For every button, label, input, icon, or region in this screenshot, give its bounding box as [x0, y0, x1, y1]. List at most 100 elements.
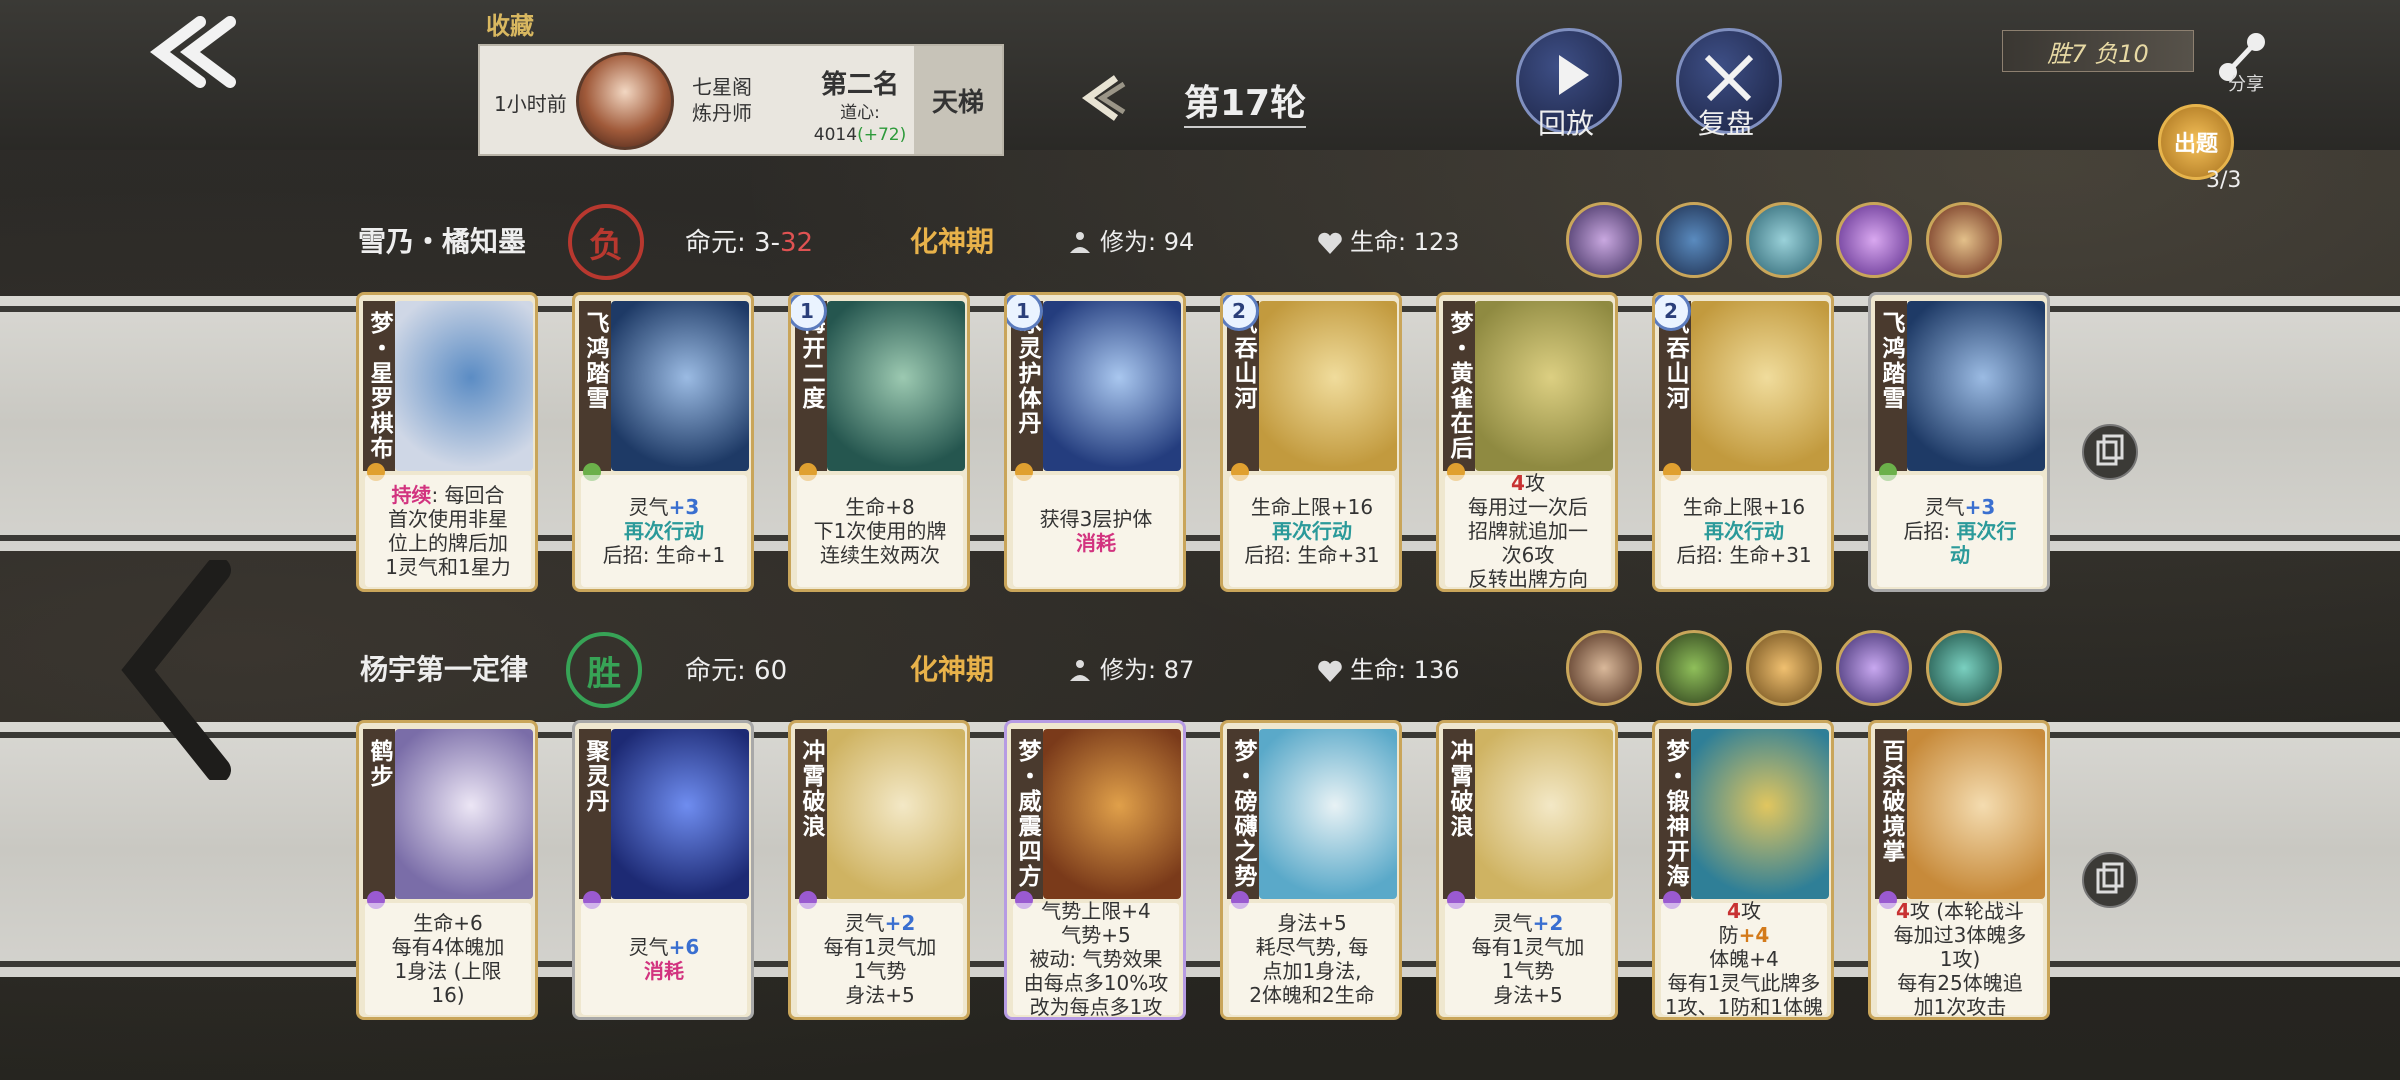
- card-art: [1475, 301, 1613, 471]
- card-level-badge: 2: [1223, 295, 1259, 331]
- card-title: 梦・锻神开海: [1659, 729, 1691, 899]
- card[interactable]: 鹤步 生命+6 每有4体魄加 1身法 (上限 16): [356, 720, 538, 1020]
- card-description: 生命+6 每有4体魄加 1身法 (上限 16): [365, 903, 531, 1015]
- card-art: [1907, 301, 2045, 471]
- player-row-bottom: 杨宇第一定律 胜 命元: 60 化神期 修为: 87 生命: 136: [340, 630, 2040, 708]
- replay-label: 回放: [1537, 107, 1594, 140]
- ladder-tag: 天梯: [914, 46, 1002, 154]
- copy-deck-button[interactable]: [2082, 852, 2138, 908]
- copy-icon: [2096, 862, 2124, 894]
- card-title: 鹤步: [363, 729, 395, 899]
- card[interactable]: 聚灵丹灵气+6 消耗: [572, 720, 754, 1020]
- card-art: [827, 301, 965, 471]
- card-description: 灵气+3 再次行动 后招: 生命+1: [581, 475, 747, 587]
- portrait-icon[interactable]: [1836, 630, 1912, 706]
- card-art: [1691, 729, 1829, 899]
- card-title: 百杀破境掌: [1875, 729, 1907, 899]
- realm-label: 化神期: [910, 225, 995, 258]
- card-description: 4攻 防+4 体魄+4 每有1灵气此牌多 1攻、1防和1体魄: [1661, 899, 1827, 1017]
- card-title: 梦・威震四方: [1011, 729, 1043, 899]
- card[interactable]: 梦・锻神开海 4攻 防+4 体魄+4 每有1灵气此牌多 1攻、1防和1体魄: [1652, 720, 1834, 1020]
- card-title: 冲霄破浪: [795, 729, 827, 899]
- player-row-top: 雪乃・橘知墨 负 命元: 3-32 化神期 修为: 94 生命: 123: [340, 202, 2040, 280]
- result-badge: 胜: [566, 632, 642, 708]
- collect-label[interactable]: 收藏: [486, 6, 534, 41]
- card[interactable]: 百杀破境掌 4攻 (本轮战斗 每加过3体魄多 1攻) 每有25体魄追 加1次攻击: [1868, 720, 2050, 1020]
- card-description: 获得3层护体 消耗: [1013, 475, 1179, 587]
- record-sect: 七星阁 炼丹师: [692, 75, 752, 125]
- card-art: [395, 301, 533, 471]
- card-description: 灵气+6 消耗: [581, 903, 747, 1015]
- card-title: 冲霄破浪: [1443, 729, 1475, 899]
- card-title: 聚灵丹: [579, 729, 611, 899]
- card-description: 气势上限+4 气势+5 被动: 气势效果 由每点多10%攻 改为每点多1攻: [1013, 899, 1179, 1017]
- copy-deck-button[interactable]: [2082, 424, 2138, 480]
- card-title: 飞鸿踏雪: [1875, 301, 1907, 471]
- card-description: 灵气+2 每有1灵气加 1气势 身法+5: [1445, 903, 1611, 1015]
- review-label: 复盘: [1697, 107, 1754, 140]
- meditation-icon: [1070, 660, 1090, 681]
- portrait-icon[interactable]: [1926, 202, 2002, 278]
- card[interactable]: 冰灵护体丹 1 获得3层护体 消耗: [1004, 292, 1186, 592]
- previous-page-arrow-icon[interactable]: [118, 560, 238, 780]
- card[interactable]: 梅开二度 1 生命+8 下1次使用的牌 连续生效两次: [788, 292, 970, 592]
- portrait-icon[interactable]: [1926, 630, 2002, 706]
- life-value: 命元: 60: [685, 656, 788, 686]
- realm-label: 化神期: [910, 653, 995, 686]
- portrait-icon[interactable]: [1566, 202, 1642, 278]
- card-art: [1691, 301, 1829, 471]
- card-art: [1259, 729, 1397, 899]
- card[interactable]: 气吞山河 2 生命上限+16 再次行动 后招: 生命+31: [1652, 292, 1834, 592]
- previous-round-icon[interactable]: [1076, 70, 1132, 126]
- portrait-icon[interactable]: [1836, 202, 1912, 278]
- card-description: 灵气+2 每有1灵气加 1气势 身法+5: [797, 903, 963, 1015]
- card-title: 梦・磅礴之势: [1227, 729, 1259, 899]
- back-arrow-icon[interactable]: [140, 12, 240, 92]
- card-art: [611, 729, 749, 899]
- player-name: 雪乃・橘知墨: [358, 225, 527, 258]
- portrait-icon[interactable]: [1746, 630, 1822, 706]
- meditation-icon: [1070, 232, 1090, 253]
- portrait-icon[interactable]: [1566, 630, 1642, 706]
- card-art: [1259, 301, 1397, 471]
- card[interactable]: 冲霄破浪灵气+2 每有1灵气加 1气势 身法+5: [788, 720, 970, 1020]
- card-description: 生命上限+16 再次行动 后招: 生命+31: [1661, 475, 1827, 587]
- result-badge: 负: [568, 204, 644, 280]
- avatar: [576, 52, 674, 150]
- card-description: 4攻 每用过一次后 招牌就追加一 次6攻 反转出牌方向: [1445, 471, 1611, 589]
- card-description: 身法+5 耗尽气势, 每点加1身法, 2体魄和2生命: [1229, 903, 1395, 1015]
- card[interactable]: 气吞山河 2 生命上限+16 再次行动 后招: 生命+31: [1220, 292, 1402, 592]
- card-level-badge: 2: [1655, 295, 1691, 331]
- portrait-icon[interactable]: [1656, 630, 1732, 706]
- card[interactable]: 梦・威震四方 气势上限+4 气势+5 被动: 气势效果 由每点多10%攻 改为每点多1攻: [1004, 720, 1186, 1020]
- card-description: 4攻 (本轮战斗 每加过3体魄多 1攻) 每有25体魄追 加1次攻击: [1877, 899, 2043, 1017]
- card-level-badge: 1: [1007, 295, 1043, 331]
- card-art: [827, 729, 965, 899]
- battle-record-card: 1小时前 七星阁 炼丹师 第二名 道心: 4014(+72) 天梯: [478, 44, 1004, 156]
- card-art: [1475, 729, 1613, 899]
- hp-stat: 生命: 136: [1316, 650, 1460, 685]
- heart-icon: [1318, 660, 1342, 682]
- card[interactable]: 梦・黄雀在后 4攻 每用过一次后 招牌就追加一 次6攻 反转出牌方向: [1436, 292, 1618, 592]
- share-label: 分享: [2228, 74, 2264, 95]
- portrait-icon[interactable]: [1656, 202, 1732, 278]
- record-time: 1小时前: [494, 92, 567, 116]
- card[interactable]: 冲霄破浪灵气+2 每有1灵气加 1气势 身法+5: [1436, 720, 1618, 1020]
- card-description: 持续: 每回合 首次使用非星 位上的牌后加 1灵气和1星力: [365, 475, 531, 587]
- card[interactable]: 飞鸿踏雪 灵气+3 后招: 再次行动: [1868, 292, 2050, 592]
- card-title: 飞鸿踏雪: [579, 301, 611, 471]
- card-description: 生命上限+16 再次行动 后招: 生命+31: [1229, 475, 1395, 587]
- card[interactable]: 梦・星罗棋布 持续: 每回合 首次使用非星 位上的牌后加 1灵气和1星力: [356, 292, 538, 592]
- card[interactable]: 梦・磅礴之势身法+5 耗尽气势, 每点加1身法, 2体魄和2生命: [1220, 720, 1402, 1020]
- cultivation-stat: 修为: 87: [1066, 650, 1194, 685]
- card[interactable]: 飞鸿踏雪灵气+3 再次行动 后招: 生命+1: [572, 292, 754, 592]
- card-art: [1907, 729, 2045, 899]
- quiz-count: 3/3: [2206, 168, 2242, 193]
- card-description: 生命+8 下1次使用的牌 连续生效两次: [797, 475, 963, 587]
- round-label: 第17轮: [1184, 74, 1307, 128]
- card-art: [611, 301, 749, 471]
- record-rank: 第二名: [820, 70, 899, 100]
- hp-stat: 生命: 123: [1316, 222, 1460, 257]
- win-loss-record: 胜7 负10: [2002, 30, 2194, 72]
- portrait-icon[interactable]: [1746, 202, 1822, 278]
